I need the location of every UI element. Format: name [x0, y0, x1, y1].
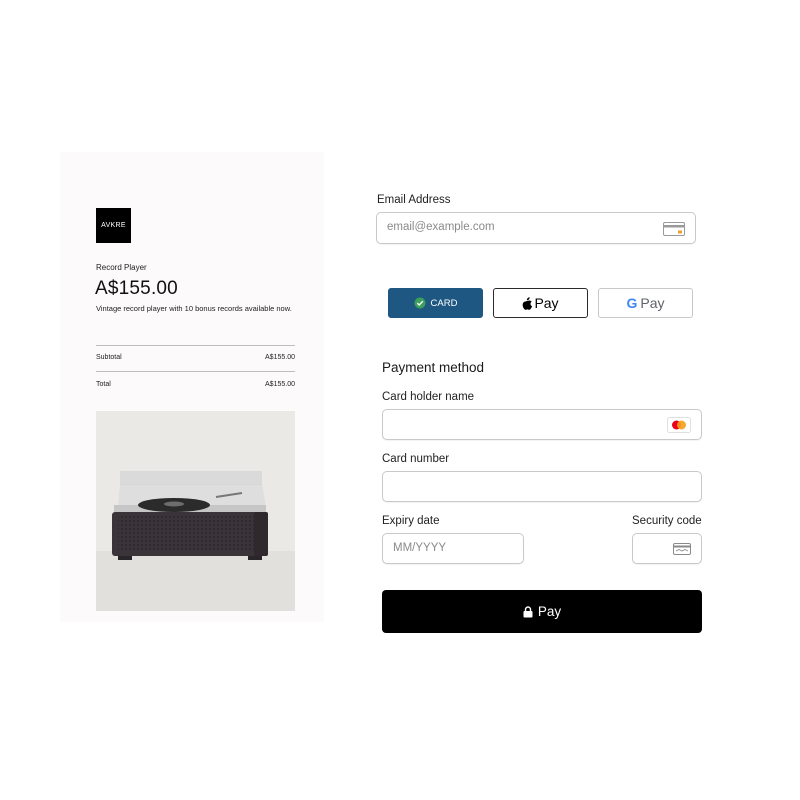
expiry-date-input[interactable]: MM/YYYY — [382, 533, 524, 564]
credit-card-icon — [663, 222, 685, 236]
expiry-placeholder: MM/YYYY — [393, 542, 447, 554]
google-pay-label: Pay — [640, 295, 665, 311]
cvc-card-icon — [673, 543, 691, 555]
card-payment-button[interactable]: CARD — [388, 288, 483, 318]
apple-icon — [523, 296, 533, 310]
total-label: Total — [96, 381, 111, 388]
card-number-input[interactable] — [382, 471, 702, 502]
divider — [96, 345, 295, 346]
subtotal-value: A$155.00 — [265, 354, 295, 361]
apple-pay-button[interactable]: Pay — [493, 288, 588, 318]
product-image — [96, 411, 295, 611]
google-pay-button[interactable]: G Pay — [598, 288, 693, 318]
expiry-date-label: Expiry date — [382, 515, 440, 527]
cardholder-name-input[interactable] — [382, 409, 702, 440]
turntable-image — [96, 411, 295, 611]
product-price: A$155.00 — [95, 278, 178, 299]
google-g-icon: G — [626, 295, 638, 311]
security-code-label: Security code — [632, 515, 702, 527]
card-payment-label: CARD — [430, 297, 458, 309]
pay-button-label: Pay — [537, 604, 562, 619]
total-value: A$155.00 — [265, 381, 295, 388]
check-circle-icon — [414, 297, 426, 309]
pay-button[interactable]: Pay — [382, 590, 702, 633]
product-description: Vintage record player with 10 bonus reco… — [96, 304, 292, 313]
divider — [96, 371, 295, 372]
subtotal-row: Subtotal A$155.00 — [96, 354, 295, 361]
email-field[interactable]: email@example.com — [376, 212, 696, 244]
subtotal-label: Subtotal — [96, 354, 122, 361]
lock-icon — [523, 605, 533, 617]
email-label: Email Address — [377, 194, 451, 206]
security-code-input[interactable] — [632, 533, 702, 564]
card-number-label: Card number — [382, 453, 450, 465]
product-name: Record Player — [96, 263, 147, 272]
total-row: Total A$155.00 — [96, 381, 295, 388]
payment-method-heading: Payment method — [382, 360, 485, 375]
order-summary-panel: AVKRE Record Player A$155.00 Vintage rec… — [60, 152, 324, 622]
cardholder-label: Card holder name — [382, 391, 475, 403]
mastercard-icon — [667, 417, 691, 433]
apple-pay-label: Pay — [534, 295, 559, 311]
email-placeholder: email@example.com — [387, 221, 495, 233]
brand-logo: AVKRE — [96, 208, 131, 243]
